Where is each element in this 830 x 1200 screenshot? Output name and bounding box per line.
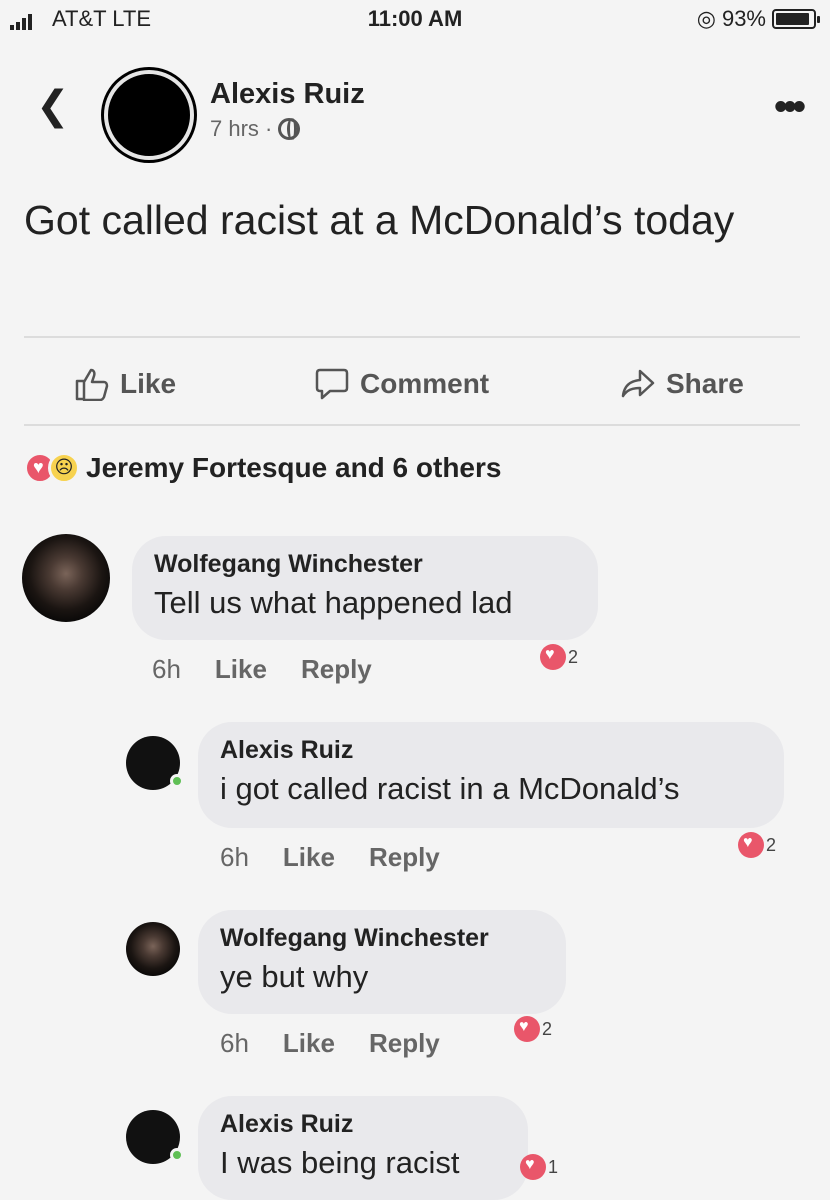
comment-author[interactable]: Wolfegang Winchester (220, 924, 544, 953)
comment-reaction-number: 2 (542, 1018, 553, 1039)
comment-meta: 6h Like Reply (152, 654, 372, 685)
commenter-avatar[interactable] (126, 922, 180, 976)
post-author-name[interactable]: Alexis Ruiz (210, 78, 365, 111)
comment-time: 6h (220, 1028, 249, 1058)
comment-like-button[interactable]: Like (215, 654, 267, 685)
battery-icon (772, 9, 820, 29)
location-icon: ◎ (696, 6, 716, 31)
comment-reply-button[interactable]: Reply (369, 1028, 440, 1059)
online-indicator (170, 774, 184, 788)
comment-like-button[interactable]: Like (283, 1028, 335, 1059)
heart-reaction-icon (540, 644, 566, 670)
battery-percent: 93% (721, 6, 766, 31)
comment-bubble: Alexis Ruiz i got called racist in a McD… (198, 722, 784, 828)
comment-text: Tell us what happened lad (154, 585, 513, 620)
comment-like-button[interactable]: Like (283, 842, 335, 873)
comment-time: 6h (220, 842, 249, 872)
heart-reaction-icon (738, 832, 764, 858)
online-indicator (170, 1148, 184, 1162)
comment-bubble: Wolfegang Winchester Tell us what happen… (132, 536, 598, 640)
comment-bubble: Wolfegang Winchester ye but why (198, 910, 566, 1014)
comment-text: ye but why (220, 959, 369, 994)
share-icon (621, 369, 655, 398)
comment-reaction-count[interactable]: 2 (738, 832, 776, 858)
status-bar: AT&T LTE 11:00 AM ◎ 93% (0, 0, 830, 40)
comment-reaction-number: 2 (766, 834, 777, 855)
comment-reaction-number: 1 (548, 1156, 559, 1177)
comment-reaction-count[interactable]: 2 (514, 1016, 552, 1042)
comment-label: Comment (360, 368, 490, 399)
comment-time: 6h (152, 654, 181, 684)
more-icon[interactable]: ••• (774, 86, 806, 129)
divider (24, 336, 800, 338)
comment-text: I was being racist (220, 1145, 460, 1180)
share-button[interactable]: Share (620, 364, 744, 404)
comment-meta: 6h Like Reply (220, 1028, 440, 1059)
comment-reaction-count[interactable]: 1 (520, 1154, 558, 1180)
comment-button[interactable]: Comment (314, 364, 489, 404)
comment-author[interactable]: Wolfegang Winchester (154, 550, 576, 579)
back-chevron-icon[interactable]: ❮ (36, 86, 70, 126)
comment-author[interactable]: Alexis Ruiz (220, 1110, 506, 1139)
commenter-avatar[interactable] (22, 534, 110, 622)
post-time[interactable]: 7 hrs · (210, 116, 272, 142)
commenter-avatar[interactable] (126, 1110, 184, 1164)
post-meta: 7 hrs · (210, 116, 301, 142)
divider (24, 424, 800, 426)
comment-reaction-count[interactable]: 2 (540, 644, 578, 670)
author-avatar[interactable] (104, 70, 194, 160)
share-label: Share (666, 368, 744, 399)
status-right: ◎ 93% (696, 6, 820, 32)
heart-reaction-icon (514, 1016, 540, 1042)
comment-reaction-number: 2 (568, 646, 579, 667)
heart-reaction-icon (520, 1154, 546, 1180)
like-icon (75, 368, 109, 401)
commenter-avatar[interactable] (126, 736, 184, 790)
comment-bubble: Alexis Ruiz I was being racist (198, 1096, 528, 1200)
post-text: Got called racist at a McDonald’s today (24, 197, 735, 243)
like-label: Like (120, 368, 177, 399)
comment-meta: 6h Like Reply (220, 842, 440, 873)
comment-text: i got called racist in a McDonald’s (220, 771, 680, 806)
reactions-summary-text: Jeremy Fortesque and 6 others (86, 452, 502, 483)
comment-icon (315, 368, 349, 400)
comment-author[interactable]: Alexis Ruiz (220, 736, 762, 765)
comment-reply-button[interactable]: Reply (369, 842, 440, 873)
battery-fill (776, 13, 809, 25)
sad-reaction-icon: ☹ (48, 452, 80, 484)
like-button[interactable]: Like (74, 364, 176, 404)
reactions-summary[interactable]: ☹ Jeremy Fortesque and 6 others (24, 452, 501, 484)
globe-icon (278, 118, 301, 140)
comment-reply-button[interactable]: Reply (301, 654, 372, 685)
